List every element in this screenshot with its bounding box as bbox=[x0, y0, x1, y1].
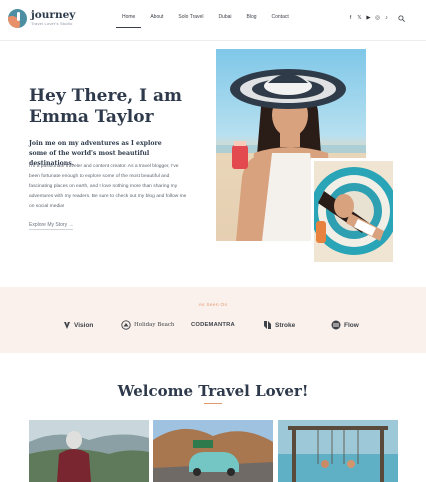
twitter-icon[interactable]: 𝕏 bbox=[357, 14, 362, 22]
logo-title: journey bbox=[31, 9, 76, 21]
instagram-icon[interactable]: ◎ bbox=[375, 14, 380, 22]
tiktok-icon[interactable]: ♪ bbox=[384, 14, 389, 22]
youtube-icon[interactable]: ▶ bbox=[366, 14, 371, 22]
facebook-icon[interactable]: f bbox=[348, 14, 353, 22]
site-logo[interactable]: journey Travel Lover's Studio bbox=[8, 9, 75, 28]
logo-icon bbox=[8, 9, 27, 28]
welcome-accent-line bbox=[204, 403, 222, 404]
as-seen-on-section: As Seen On Vision Holiday Beach CODEMANT… bbox=[0, 287, 426, 353]
explore-story-link[interactable]: Explore My Story → bbox=[29, 222, 74, 230]
hero-body-text: I'm a passionate traveler and content cr… bbox=[29, 164, 187, 209]
nav-item-home[interactable]: Home bbox=[115, 14, 142, 28]
holiday-beach-logo-icon bbox=[121, 320, 131, 330]
logo-tagline: Travel Lover's Studio bbox=[31, 21, 73, 26]
search-icon[interactable] bbox=[398, 15, 405, 22]
social-links: f 𝕏 ▶ ◎ ♪ bbox=[348, 14, 393, 22]
hero-title: Hey There, I am Emma Taylor bbox=[29, 86, 182, 127]
as-seen-on-label: As Seen On bbox=[198, 303, 228, 308]
brand-codemantra: CODEMANTRA bbox=[191, 322, 235, 328]
main-nav: Home About Solo Travel Dubai Blog Contac… bbox=[115, 14, 304, 28]
header-divider bbox=[0, 40, 426, 41]
welcome-title: Welcome Travel Lover! bbox=[117, 382, 309, 400]
flow-logo-icon bbox=[331, 320, 341, 330]
post-card-beach-swing[interactable] bbox=[278, 420, 398, 482]
site-header: journey Travel Lover's Studio Home About… bbox=[0, 0, 426, 40]
nav-item-dubai[interactable]: Dubai bbox=[218, 14, 231, 28]
brand-vision: Vision bbox=[63, 319, 93, 331]
post-card-vintage-car[interactable] bbox=[153, 420, 273, 482]
post-card-mountain[interactable] bbox=[29, 420, 149, 482]
nav-item-blog[interactable]: Blog bbox=[247, 14, 257, 28]
hero-photo-beach-towel bbox=[311, 158, 396, 265]
vision-logo-icon bbox=[63, 321, 71, 330]
brand-stroke: Stroke bbox=[263, 319, 295, 331]
brand-flow: Flow bbox=[331, 319, 359, 331]
nav-item-contact[interactable]: Contact bbox=[272, 14, 289, 28]
brand-holiday-beach: Holiday Beach bbox=[121, 319, 174, 331]
nav-item-about[interactable]: About bbox=[150, 14, 163, 28]
nav-item-solo-travel[interactable]: Solo Travel bbox=[178, 14, 203, 28]
stroke-logo-icon bbox=[263, 320, 272, 330]
